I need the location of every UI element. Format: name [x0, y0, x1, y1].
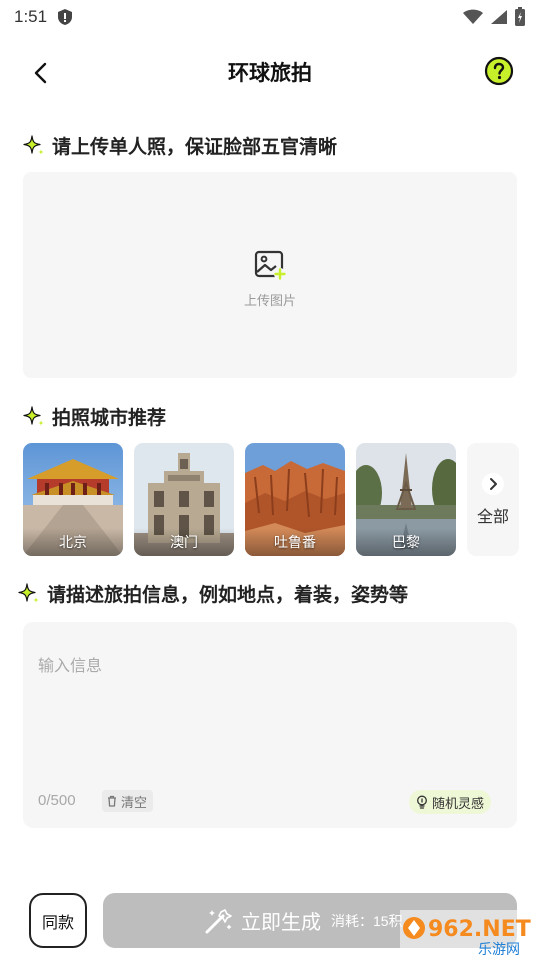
random-inspiration-button[interactable]: 随机灵感: [408, 790, 491, 814]
generate-cost: 消耗：15积: [331, 912, 403, 929]
watermark-number: 962.NET: [428, 917, 531, 942]
clear-label: 清空: [121, 794, 148, 810]
description-box: 0/500 清空 随机灵感: [23, 622, 517, 828]
chevron-right-icon: [482, 472, 504, 495]
desc-section-title-text: 请描述旅拍信息，例如地点，着装，姿势等: [47, 585, 409, 606]
inspire-label: 随机灵感: [431, 795, 484, 811]
same-style-button[interactable]: 同款: [29, 893, 87, 948]
page-title: 环球旅拍: [228, 62, 312, 85]
view-all-cities-button[interactable]: 全部: [467, 443, 519, 556]
lightbulb-icon: [417, 795, 427, 809]
city-name-macau: 澳门: [134, 528, 234, 556]
generate-label: 立即生成: [241, 912, 321, 934]
status-time: 1:51: [14, 7, 48, 26]
desc-section-title: 请描述旅拍信息，例如地点，着装，姿势等: [17, 580, 408, 607]
status-indicators: [462, 7, 526, 27]
city-card-beijing[interactable]: 北京: [23, 443, 123, 556]
city-name-paris: 巴黎: [356, 528, 456, 556]
signal-icon: [491, 10, 507, 24]
shield-icon: [58, 9, 73, 25]
city-section-title: 拍照城市推荐: [22, 403, 166, 430]
upload-label: 上传图片: [243, 292, 296, 308]
sparkle-icon: [23, 134, 44, 155]
chevron-left-icon: [34, 62, 47, 84]
help-icon: [484, 56, 514, 86]
sparkle-icon: [18, 582, 39, 603]
header: 环球旅拍: [0, 42, 540, 102]
watermark-sub: 乐游网: [478, 942, 520, 958]
help-button[interactable]: [484, 56, 514, 86]
same-style-label: 同款: [41, 914, 74, 932]
description-input[interactable]: [38, 652, 498, 772]
upload-section-title: 请上传单人照，保证脸部五官清晰: [22, 132, 337, 159]
city-section-title-text: 拍照城市推荐: [52, 408, 167, 429]
city-name-beijing: 北京: [23, 528, 123, 556]
battery-icon: [515, 7, 525, 26]
wifi-icon: [463, 9, 483, 24]
image-upload-icon: [254, 250, 286, 280]
magic-wand-icon: [205, 908, 232, 933]
upload-area[interactable]: 上传图片: [23, 172, 517, 378]
site-watermark: 962.NET 乐游网: [400, 910, 536, 958]
trash-icon: [108, 795, 116, 807]
upload-section-title-text: 请上传单人照，保证脸部五官清晰: [52, 137, 338, 158]
back-button[interactable]: [24, 56, 58, 90]
city-list: 北京 澳门 吐鲁番 巴黎 全部: [23, 443, 540, 556]
city-card-turpan[interactable]: 吐鲁番: [245, 443, 345, 556]
city-card-macau[interactable]: 澳门: [134, 443, 234, 556]
city-name-turpan: 吐鲁番: [245, 528, 345, 556]
view-all-label: 全部: [476, 508, 509, 526]
status-bar: 1:51: [0, 0, 540, 34]
city-card-paris[interactable]: 巴黎: [356, 443, 456, 556]
clear-button[interactable]: 清空: [102, 790, 154, 812]
char-count: 0/500: [38, 792, 76, 809]
sparkle-icon: [23, 405, 44, 426]
